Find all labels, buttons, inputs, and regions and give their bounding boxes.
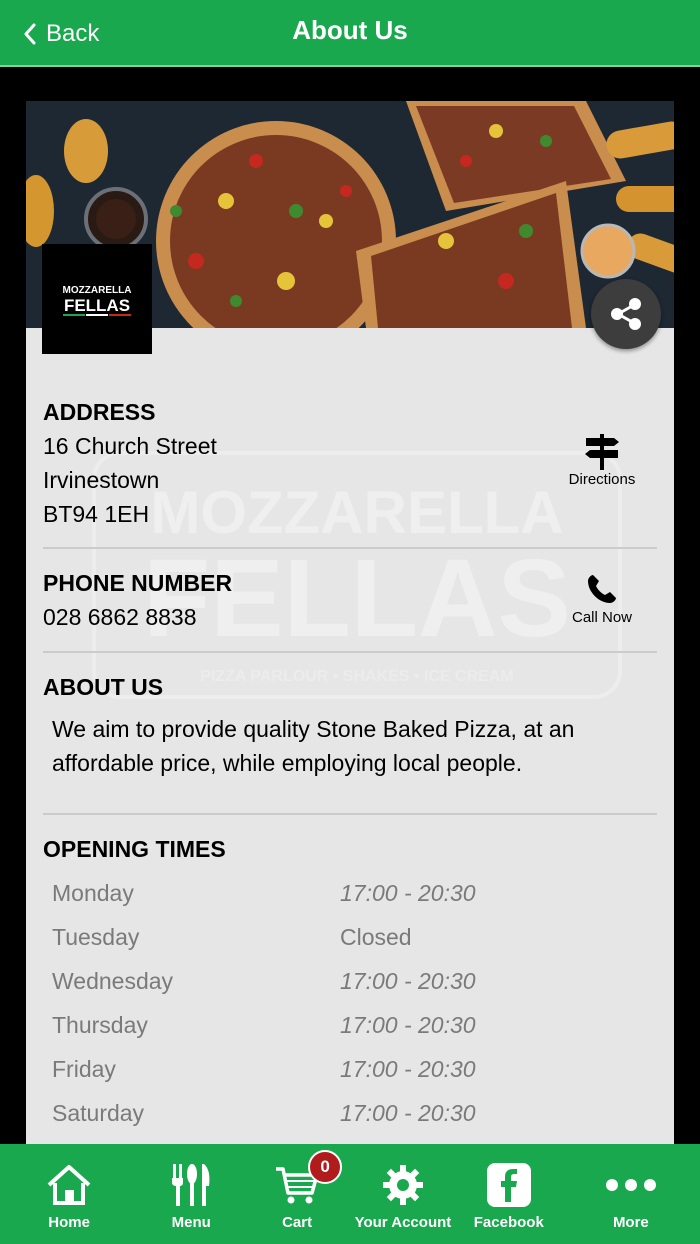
divider — [43, 651, 657, 653]
hours-row: Saturday 17:00 - 20:30 — [52, 1091, 652, 1135]
day-label: Tuesday — [52, 923, 140, 950]
tab-more[interactable]: More — [562, 1144, 700, 1244]
restaurant-card: MOZZARELLA FELLAS MOZZARELLA FELLAS PIZZ… — [26, 101, 674, 1144]
about-heading: ABOUT US — [43, 674, 164, 700]
day-label: Thursday — [52, 1011, 148, 1038]
logo-line-1: MOZZARELLA — [63, 285, 132, 296]
hours-row: Monday 17:00 - 20:30 — [52, 871, 652, 915]
time-value: 17:00 - 20:30 — [340, 1099, 476, 1126]
address-line-1: 16 Church Street — [43, 433, 217, 459]
hours-row: Thursday 17:00 - 20:30 — [52, 1003, 652, 1047]
restaurant-logo: MOZZARELLA FELLAS — [42, 244, 152, 354]
address-heading: ADDRESS — [43, 399, 156, 425]
watermark-line-2: FELLAS — [143, 537, 571, 660]
cutlery-icon — [172, 1164, 210, 1206]
opening-times-table: Monday 17:00 - 20:30 Tuesday Closed Wednes… — [52, 871, 652, 1135]
share-icon — [611, 298, 641, 330]
share-button[interactable] — [591, 279, 661, 349]
time-value: 17:00 - 20:30 — [340, 879, 476, 906]
day-label: Saturday — [52, 1099, 145, 1126]
bottom-tab-bar: Home Menu Cart 0 Your Account Facebook M… — [0, 1144, 700, 1244]
more-icon — [605, 1179, 656, 1191]
day-label: Wednesday — [52, 967, 174, 994]
facebook-icon — [486, 1163, 531, 1207]
day-label: Monday — [52, 879, 134, 906]
page-title: About Us — [292, 15, 408, 45]
home-icon — [47, 1165, 91, 1205]
hours-row: Tuesday Closed — [52, 915, 652, 959]
tab-your-account[interactable]: Your Account — [350, 1144, 456, 1244]
tab-home[interactable]: Home — [0, 1144, 138, 1244]
logo-line-2: FELLAS — [64, 296, 130, 315]
hours-row: Wednesday 17:00 - 20:30 — [52, 959, 652, 1003]
tab-cart[interactable]: Cart 0 — [244, 1144, 350, 1244]
divider — [43, 547, 657, 549]
call-now-label: Call Now — [571, 609, 632, 626]
directions-label: Directions — [568, 471, 636, 488]
about-text: We aim to provide quality Stone Baked Pi… — [52, 716, 575, 776]
header-bar: Back About Us — [0, 0, 700, 67]
tab-label: Facebook — [473, 1214, 544, 1231]
time-value: Closed — [340, 923, 412, 950]
address-line-3: BT94 1EH — [43, 501, 150, 527]
time-value: 17:00 - 20:30 — [340, 1011, 476, 1038]
tab-facebook[interactable]: Facebook — [456, 1144, 562, 1244]
call-now-button[interactable]: Call Now — [547, 569, 657, 626]
divider — [43, 813, 657, 815]
tab-label: Home — [48, 1214, 90, 1231]
tab-label: More — [612, 1214, 649, 1231]
gear-icon — [382, 1165, 423, 1205]
time-value: 17:00 - 20:30 — [340, 967, 476, 994]
tab-label: Your Account — [354, 1214, 452, 1231]
phone-number: 028 6862 8838 — [43, 604, 197, 630]
hours-row: Friday 17:00 - 20:30 — [52, 1047, 652, 1091]
phone-heading: PHONE NUMBER — [43, 570, 233, 596]
time-value: 17:00 - 20:30 — [340, 1055, 476, 1082]
directions-button[interactable]: Directions — [547, 431, 657, 488]
phone-icon — [588, 575, 616, 603]
day-label: Friday — [52, 1055, 116, 1082]
tab-label: Cart — [282, 1214, 313, 1231]
watermark-line-1: MOZZARELLA — [150, 479, 563, 546]
watermark-tagline: PIZZA PARLOUR • SHAKES • ICE CREAM — [200, 668, 513, 685]
tab-label: Menu — [171, 1214, 211, 1231]
signpost-icon — [585, 434, 619, 470]
tab-menu[interactable]: Menu — [138, 1144, 244, 1244]
opening-times-heading: OPENING TIMES — [43, 836, 226, 862]
address-line-2: Irvinestown — [43, 467, 160, 493]
cart-count-badge: 0 — [308, 1150, 343, 1184]
